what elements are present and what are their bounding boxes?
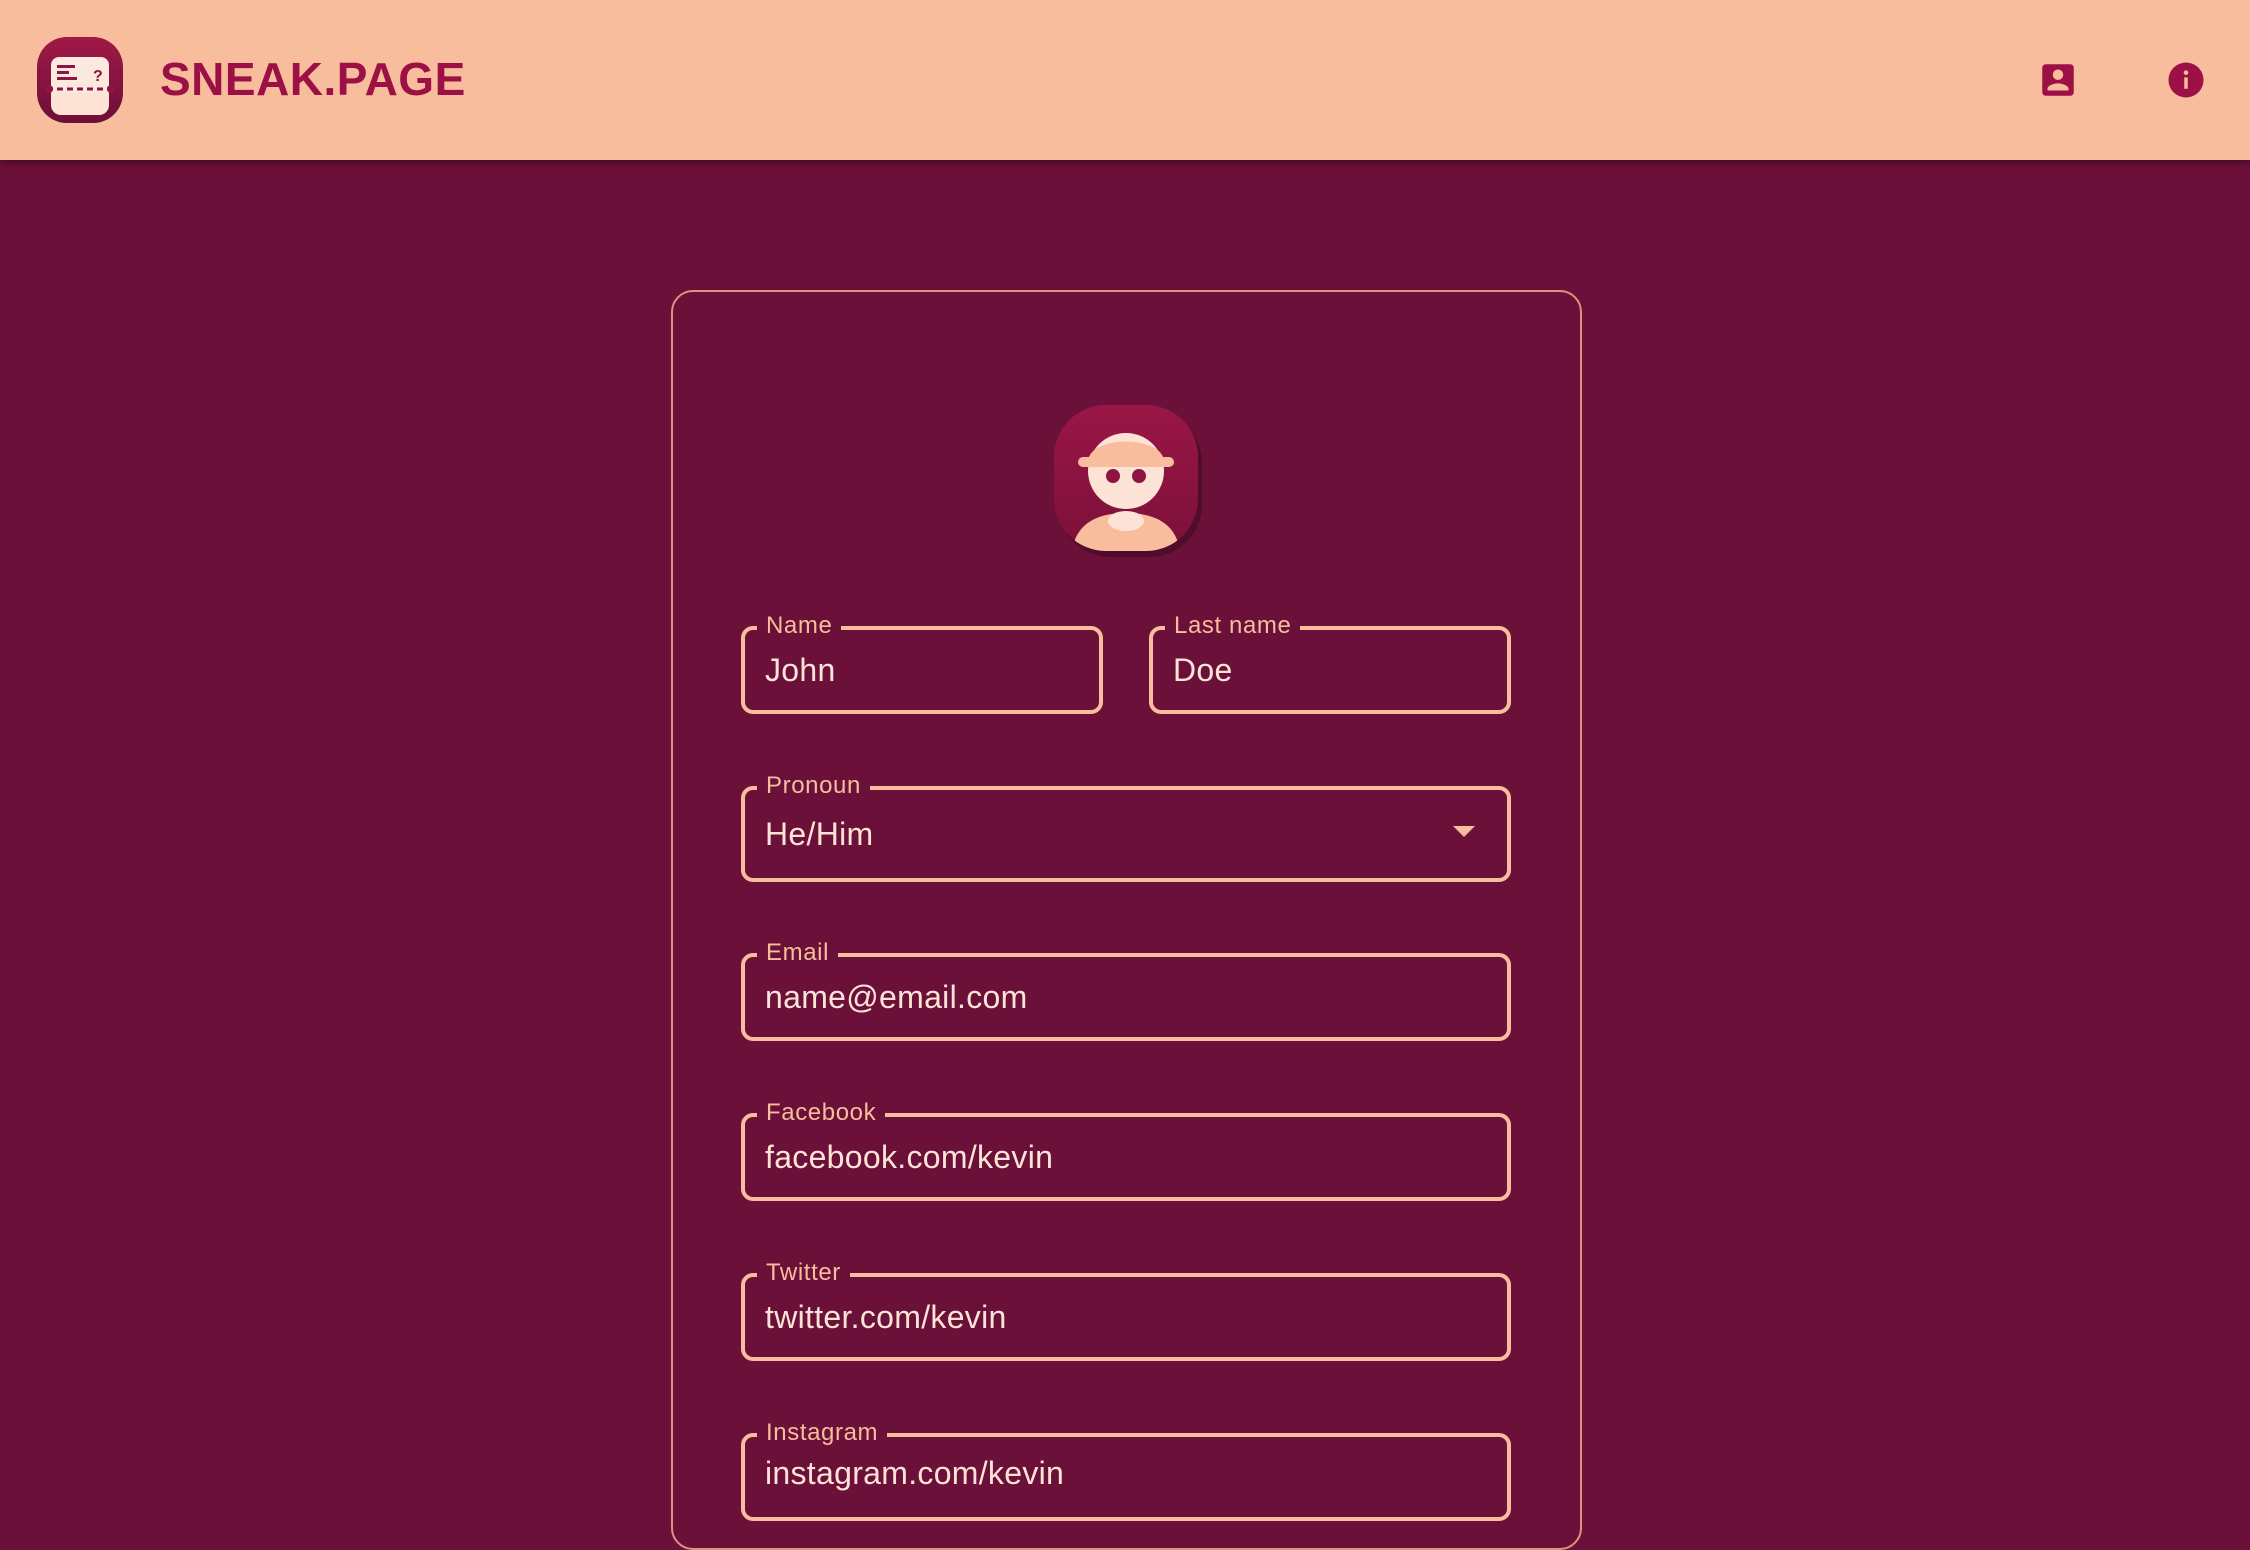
info-button[interactable] — [2162, 56, 2210, 104]
pronoun-select[interactable]: Pronoun He/Him — [741, 768, 1511, 882]
name-field[interactable]: Name John — [741, 608, 1103, 714]
email-field[interactable]: Email name@email.com — [741, 935, 1511, 1041]
email-value: name@email.com — [765, 978, 1028, 1015]
instagram-field[interactable]: Instagram instagram.com/kevin — [741, 1415, 1511, 1521]
svg-text:?: ? — [93, 68, 103, 85]
name-value: John — [765, 651, 836, 688]
twitter-value: twitter.com/kevin — [765, 1298, 1007, 1335]
last-name-field[interactable]: Last name Doe — [1149, 608, 1511, 714]
app-bar: ? SNEAK.PAGE — [0, 0, 2250, 160]
last-name-value: Doe — [1173, 651, 1233, 688]
twitter-field[interactable]: Twitter twitter.com/kevin — [741, 1255, 1511, 1361]
account-button[interactable] — [2034, 56, 2082, 104]
pronoun-value: He/Him — [765, 815, 874, 852]
account-box-icon — [2042, 64, 2074, 96]
facebook-field[interactable]: Facebook facebook.com/kevin — [741, 1095, 1511, 1201]
instagram-value: instagram.com/kevin — [765, 1455, 1065, 1491]
dropdown-caret-icon — [1453, 826, 1475, 837]
avatar-icon[interactable] — [1050, 405, 1202, 557]
info-icon — [2168, 62, 2204, 98]
facebook-value: facebook.com/kevin — [765, 1138, 1054, 1175]
brand-title: SNEAK.PAGE — [160, 53, 466, 105]
logo-icon[interactable]: ? — [37, 37, 123, 123]
